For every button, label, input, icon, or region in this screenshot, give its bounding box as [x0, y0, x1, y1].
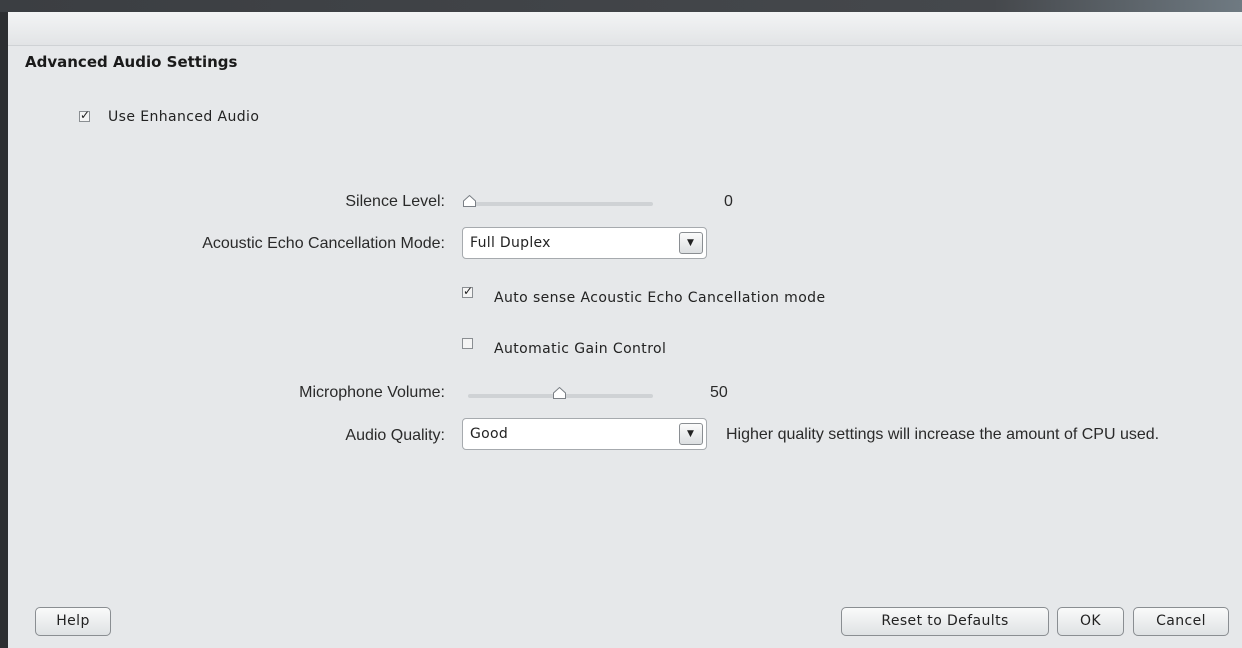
silence-level-label: Silence Level: — [345, 193, 445, 210]
advanced-audio-dialog — [8, 12, 1242, 648]
audio-quality-label: Audio Quality: — [345, 427, 445, 444]
agc-checkbox[interactable] — [462, 338, 473, 349]
chevron-down-icon: ▼ — [687, 429, 694, 439]
ok-button[interactable]: OK — [1057, 607, 1124, 636]
dialog-header — [8, 12, 1242, 46]
reset-to-defaults-button[interactable]: Reset to Defaults — [841, 607, 1049, 636]
silence-level-track[interactable] — [468, 202, 653, 206]
chevron-down-icon: ▼ — [687, 238, 694, 248]
help-button[interactable]: Help — [35, 607, 111, 636]
microphone-volume-label: Microphone Volume: — [299, 384, 445, 401]
window-top-bar — [0, 0, 1242, 12]
dialog-title: Advanced Audio Settings — [25, 53, 238, 71]
cancel-button[interactable]: Cancel — [1133, 607, 1229, 636]
aec-mode-dropdown-button[interactable]: ▼ — [679, 232, 703, 254]
auto-sense-aec-label: Auto sense Acoustic Echo Cancellation mo… — [494, 290, 826, 306]
microphone-volume-slider-thumb[interactable] — [553, 387, 566, 399]
enhanced-audio-checkbox[interactable]: ✓ — [79, 108, 91, 122]
silence-level-slider-thumb[interactable] — [463, 195, 476, 207]
audio-quality-selected-value: Good — [470, 426, 509, 442]
window-left-edge — [0, 12, 8, 648]
audio-quality-dropdown-button[interactable]: ▼ — [679, 423, 703, 445]
auto-sense-aec-checkbox[interactable]: ✓ — [462, 284, 474, 298]
audio-quality-note: Higher quality settings will increase th… — [726, 426, 1160, 443]
aec-mode-selected-value: Full Duplex — [470, 235, 551, 251]
agc-label: Automatic Gain Control — [494, 341, 667, 357]
enhanced-audio-label: Use Enhanced Audio — [108, 109, 260, 125]
checkmark-icon: ✓ — [463, 284, 474, 298]
aec-mode-select[interactable]: Full Duplex ▼ — [462, 227, 707, 259]
checkmark-icon: ✓ — [80, 108, 91, 122]
silence-level-value: 0 — [724, 193, 733, 210]
aec-mode-label: Acoustic Echo Cancellation Mode: — [202, 235, 445, 252]
audio-quality-select[interactable]: Good ▼ — [462, 418, 707, 450]
microphone-volume-value: 50 — [710, 384, 728, 401]
